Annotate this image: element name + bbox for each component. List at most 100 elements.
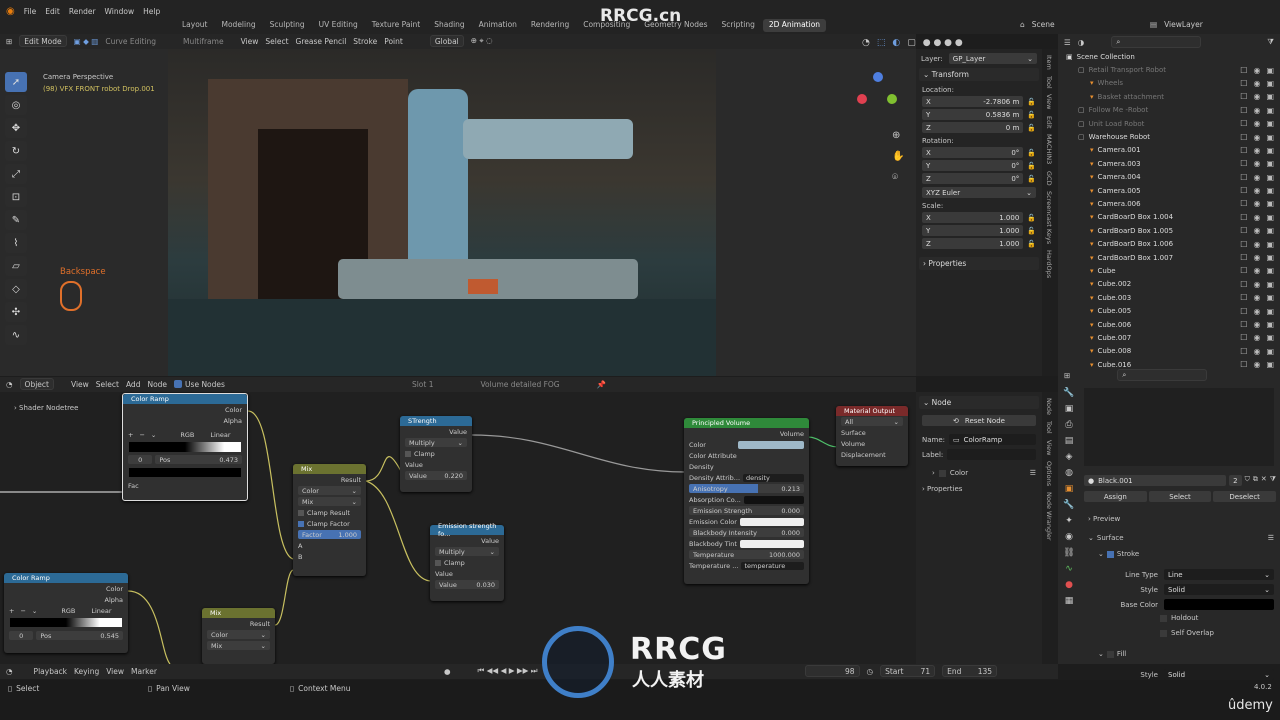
outliner-item[interactable]: ▾ Camera.003 ☐ ◉ ▣ (1058, 157, 1280, 170)
playback-controls-icon[interactable]: ⏮ ◀◀ ◀ ▶ ▶▶ ⏭ (478, 666, 538, 676)
outliner-item[interactable]: ▾ Cube.006 ☐ ◉ ▣ (1058, 318, 1280, 331)
camera-render-icon[interactable]: ▣ (1266, 199, 1274, 208)
clamp-factor-checkbox[interactable]: Clamp Factor (293, 518, 366, 529)
camera-render-icon[interactable]: ▣ (1266, 307, 1274, 316)
node-sidebar-tab-node[interactable]: Node (1045, 398, 1053, 415)
outliner-item[interactable]: ▾ Cube.007 ☐ ◉ ▣ (1058, 331, 1280, 344)
fill-checkbox[interactable] (1106, 650, 1114, 658)
properties-panel-header[interactable]: › Properties (919, 257, 1039, 270)
slot-dropdown[interactable]: Slot 1 (412, 380, 434, 389)
colorramp-node-1[interactable]: Color Ramp Color Alpha + − ⌄ RGB Linear 0 Pos… (122, 393, 248, 501)
camera-render-icon[interactable]: ▣ (1266, 226, 1274, 235)
orientation-dropdown[interactable]: Global (429, 35, 464, 47)
checkbox-icon[interactable]: ☐ (1240, 173, 1247, 182)
style-dropdown[interactable]: Solid ⌄ (1164, 584, 1274, 595)
loc-field-z[interactable]: Z 0 m (922, 122, 1024, 133)
ramp-menu-icon[interactable]: ⌄ (151, 431, 156, 439)
checkbox-icon[interactable]: ☐ (1240, 79, 1247, 88)
select-tool-icon[interactable]: ➚ (5, 72, 27, 92)
outliner-item[interactable]: ▾ Camera.004 ☐ ◉ ▣ (1058, 171, 1280, 184)
outliner-item[interactable]: ▾ Camera.001 ☐ ◉ ▣ (1058, 144, 1280, 157)
material-tab-icon[interactable]: ● (1065, 580, 1073, 590)
camera-render-icon[interactable]: ▣ (1266, 253, 1274, 262)
eye-icon[interactable]: ◉ (1253, 213, 1260, 222)
eye-icon[interactable]: ◉ (1253, 240, 1260, 249)
attribute-field[interactable]: density (743, 473, 804, 482)
checkbox-icon[interactable]: ☐ (1240, 293, 1247, 302)
camera-render-icon[interactable]: ▣ (1266, 66, 1274, 75)
clamp-checkbox[interactable]: Clamp (400, 448, 472, 459)
stop-color-swatch[interactable] (129, 468, 241, 477)
loc-field-y[interactable]: Y 0.5836 m (922, 109, 1024, 120)
clock-icon[interactable]: ◷ (867, 667, 874, 676)
list-icon[interactable]: ☰ (1268, 534, 1274, 542)
visibility-icon[interactable]: ◔ (862, 38, 870, 48)
world-tab-icon[interactable]: ◍ (1065, 468, 1073, 478)
eye-icon[interactable]: ◉ (1253, 119, 1260, 128)
view-layer-tab-icon[interactable]: ▤ (1065, 436, 1074, 446)
sidebar-tab-hardops[interactable]: HardOps (1045, 250, 1053, 278)
physics-tab-icon[interactable]: ◉ (1065, 532, 1073, 542)
camera-render-icon[interactable]: ▣ (1266, 347, 1274, 356)
color-swatch[interactable] (738, 440, 804, 449)
input-field[interactable]: Anisotropy 0.213 (689, 484, 804, 493)
eye-icon[interactable]: ◉ (1253, 347, 1260, 356)
emission-math-node[interactable]: Emission strength fo... Value Multiply ⌄ … (430, 522, 504, 601)
tab-uv-editing[interactable]: UV Editing (313, 19, 364, 32)
cursor-tool-icon[interactable]: ◎ (5, 95, 27, 115)
eye-icon[interactable]: ◉ (1253, 266, 1260, 275)
texture-tab-icon[interactable]: ▦ (1065, 596, 1074, 606)
rotate-tool-icon[interactable]: ↻ (5, 141, 27, 161)
attribute-field[interactable]: temperature (741, 561, 804, 570)
checkbox-icon[interactable]: ☐ (1240, 106, 1247, 115)
material-users[interactable]: 2 (1229, 475, 1242, 486)
layer-field[interactable]: GP_Layer ⌄ (948, 53, 1037, 64)
camera-render-icon[interactable]: ▣ (1266, 266, 1274, 275)
tab-shading[interactable]: Shading (428, 19, 470, 32)
scl-field-y[interactable]: Y 1.000 (922, 225, 1024, 236)
eye-icon[interactable]: ◉ (1253, 173, 1260, 182)
scale-tool-icon[interactable]: ⤢ (5, 164, 27, 184)
sidebar-tab-screencast-keys[interactable]: Screencast Keys (1045, 191, 1053, 244)
eye-icon[interactable]: ◉ (1253, 253, 1260, 262)
add-stop-icon[interactable]: + (128, 431, 133, 439)
ne-menu-node[interactable]: Node (147, 380, 167, 389)
vp-menu-view[interactable]: View (241, 37, 259, 46)
checkbox-icon[interactable]: ☐ (1240, 240, 1247, 249)
fake-user-icon[interactable]: ⛉ (1245, 475, 1250, 486)
eye-icon[interactable]: ◉ (1253, 92, 1260, 101)
assign-button[interactable]: Assign (1084, 491, 1147, 502)
scene-selector[interactable]: ⌂ Scene (1020, 17, 1055, 31)
preview-panel-header[interactable]: › Preview (1088, 515, 1120, 523)
material-slot-list[interactable] (1084, 388, 1274, 466)
eye-icon[interactable]: ◉ (1253, 280, 1260, 289)
outliner-item[interactable]: ▾ CardBoarD Box 1.007 ☐ ◉ ▣ (1058, 251, 1280, 264)
material-output-node[interactable]: Material Output All ⌄ Surface Volume Disp… (836, 406, 908, 466)
fill-style-dropdown[interactable]: Solid ⌄ (1164, 669, 1274, 680)
node-sidebar-tab-tool[interactable]: Tool (1045, 421, 1053, 434)
deselect-button[interactable]: Deselect (1213, 491, 1277, 502)
sidebar-tab-item[interactable]: Item (1045, 55, 1053, 70)
mix-type-dropdown[interactable]: Color ⌄ (298, 486, 361, 495)
checkbox-icon[interactable]: ☐ (1240, 66, 1247, 75)
ramp-menu-icon[interactable]: ⌄ (32, 607, 37, 615)
checkbox-icon[interactable]: ☐ (1240, 280, 1247, 289)
blend-dropdown[interactable]: Mix ⌄ (207, 641, 270, 650)
sidebar-tab-machin3[interactable]: MACHIN3 (1045, 134, 1053, 164)
input-field[interactable]: Emission Strength 0.000 (689, 506, 804, 515)
x-axis-icon[interactable] (857, 94, 867, 104)
self-overlap-checkbox[interactable]: Self Overlap (1160, 629, 1214, 637)
menu-help[interactable]: Help (143, 7, 160, 16)
properties-type-icon[interactable]: ⊞ (1064, 371, 1070, 380)
tab-animation[interactable]: Animation (473, 19, 523, 32)
node-editor-type-icon[interactable]: ◔ (6, 380, 13, 389)
menu-edit[interactable]: Edit (45, 7, 60, 16)
camera-render-icon[interactable]: ▣ (1266, 159, 1274, 168)
scl-field-z[interactable]: Z 1.000 (922, 238, 1024, 249)
value-field[interactable]: Value 0.220 (405, 471, 467, 480)
checkbox-icon[interactable]: ☐ (1240, 92, 1247, 101)
bend-tool-icon[interactable]: ⌇ (5, 233, 27, 253)
gizmo-icon[interactable]: ⬚ (877, 38, 886, 48)
pos-field[interactable]: Pos 0.545 (36, 631, 123, 640)
scene-collection-row[interactable]: ▣ Scene Collection (1058, 50, 1280, 63)
